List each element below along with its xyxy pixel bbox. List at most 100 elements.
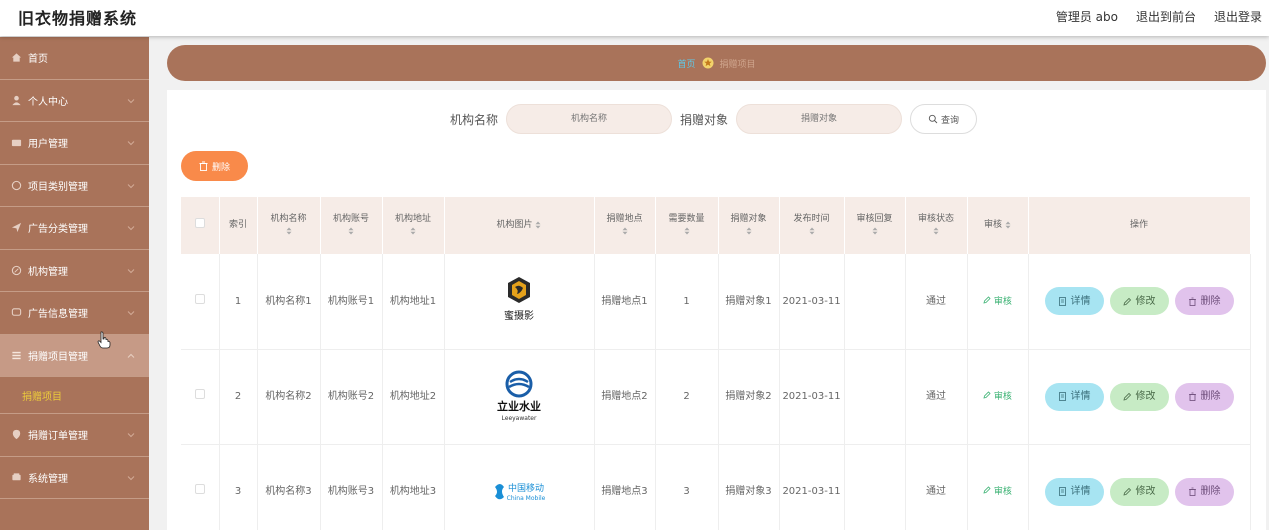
sidebar-item-label: 广告分类管理 (28, 224, 88, 236)
trash-icon (1188, 487, 1196, 496)
pencil-icon (983, 486, 991, 494)
breadcrumb: 首页 捐赠项目 (167, 45, 1266, 81)
sidebar-item-label: 首页 (28, 54, 48, 66)
sidebar-item-home[interactable]: 首页 (0, 37, 149, 80)
target-input[interactable] (736, 104, 903, 134)
sidebar-item-user-management[interactable]: 用户管理 (0, 122, 149, 165)
org-name-label: 机构名称 (450, 112, 499, 127)
cell-target: 捐赠对象3 (718, 444, 780, 530)
sort-icon (286, 227, 291, 235)
org-icon (10, 264, 22, 276)
cell-org-name: 机构名称1 (257, 254, 321, 350)
sidebar-item-system[interactable]: 系统管理 (0, 457, 149, 499)
row-checkbox[interactable] (194, 389, 205, 399)
document-icon (1058, 487, 1066, 496)
col-header: 索引 (219, 197, 258, 254)
col-header[interactable]: 机构名称 (257, 197, 321, 254)
sidebar-item-donation-project[interactable]: 捐赠项目管理 (0, 334, 149, 377)
edit-button[interactable]: 修改 (1109, 382, 1169, 411)
sidebar-item-ad-info[interactable]: 广告信息管理 (0, 292, 149, 335)
search-button[interactable]: 查询 (910, 104, 978, 134)
cell-reply (844, 254, 906, 350)
search-form: 机构名称 捐赠对象 查询 (450, 104, 978, 134)
sidebar-item-label: 捐赠订单管理 (28, 431, 88, 443)
cell-org-name: 机构名称2 (257, 349, 321, 445)
cell-org-image: 蜜摄影 (444, 254, 595, 350)
sidebar-item-org-management[interactable]: 机构管理 (0, 250, 149, 292)
cell-org-name: 机构名称3 (257, 444, 321, 530)
detail-button[interactable]: 详情 (1044, 287, 1104, 316)
chevron-down-icon (127, 311, 135, 316)
delete-button[interactable]: 删除 (1174, 287, 1234, 316)
batch-delete-button[interactable]: 删除 (181, 151, 248, 181)
document-icon (1058, 392, 1066, 401)
col-header[interactable]: 机构图片 (444, 197, 595, 254)
col-header[interactable]: 发布时间 (779, 197, 845, 254)
document-icon (1058, 296, 1066, 306)
audit-link[interactable]: 审核 (983, 486, 1012, 497)
chat-icon (10, 307, 22, 319)
select-all-checkbox[interactable] (194, 218, 205, 229)
col-header[interactable]: 审核回复 (844, 197, 906, 254)
back-to-frontend-link[interactable]: 退出到前台 (1136, 8, 1196, 25)
sidebar-item-donation-order[interactable]: 捐赠订单管理 (0, 414, 149, 457)
main-panel: 机构名称 捐赠对象 查询 删除 索引 机构名称 机构账号 机构地址 机构图片 捐… (167, 90, 1266, 530)
detail-button[interactable]: 详情 (1044, 477, 1104, 506)
audit-link[interactable]: 审核 (983, 296, 1012, 307)
sort-icon (809, 227, 814, 235)
audit-link[interactable]: 审核 (983, 391, 1012, 402)
sidebar-item-ad-category[interactable]: 广告分类管理 (0, 207, 149, 250)
col-header[interactable]: 需要数量 (655, 197, 719, 254)
breadcrumb-home[interactable]: 首页 (677, 57, 695, 70)
col-header[interactable]: 机构地址 (382, 197, 445, 254)
cell-date: 2021-03-11 (779, 444, 845, 530)
org-name-input[interactable] (506, 104, 673, 134)
chevron-down-icon (127, 226, 135, 231)
admin-user-link[interactable]: 管理员 abo (1056, 8, 1118, 25)
org-logo-image: 中国移动 China Mobile (495, 482, 546, 502)
sort-icon (933, 227, 939, 235)
sort-icon (684, 227, 689, 235)
users-icon (10, 137, 22, 149)
trash-icon (1188, 392, 1196, 401)
delete-button[interactable]: 删除 (1174, 382, 1234, 411)
list-icon (10, 349, 22, 361)
edit-button[interactable]: 修改 (1109, 477, 1169, 506)
pencil-icon (983, 391, 991, 399)
col-header[interactable]: 机构账号 (320, 197, 383, 254)
sidebar-item-personal-center[interactable]: 个人中心 (0, 80, 149, 122)
col-header[interactable]: 捐赠地点 (594, 197, 656, 254)
sidebar-subitem-donation-project[interactable]: 捐赠项目 (0, 377, 149, 414)
col-header[interactable]: 审核 (967, 197, 1029, 254)
sort-icon (348, 227, 354, 235)
cell-qty: 1 (655, 254, 719, 350)
cell-date: 2021-03-11 (779, 349, 845, 445)
target-label: 捐赠对象 (680, 112, 729, 127)
sidebar-item-label: 个人中心 (28, 96, 68, 108)
logout-link[interactable]: 退出登录 (1214, 8, 1262, 25)
donation-table: 索引 机构名称 机构账号 机构地址 机构图片 捐赠地点 需要数量 捐赠对象 发布… (181, 197, 1251, 530)
row-checkbox[interactable] (194, 293, 205, 304)
cell-index: 3 (219, 444, 258, 530)
user-icon (10, 94, 22, 106)
sort-icon (622, 227, 627, 235)
pencil-icon (1122, 487, 1131, 496)
cell-org-account: 机构账号3 (320, 444, 383, 530)
cell-target: 捐赠对象1 (718, 254, 780, 350)
chevron-down-icon (127, 475, 135, 480)
chevron-down-icon (127, 183, 135, 188)
mouse-cursor-icon (97, 331, 111, 349)
cell-index: 1 (219, 254, 258, 350)
sort-icon (1005, 221, 1011, 229)
col-header[interactable]: 捐赠对象 (718, 197, 780, 254)
select-all-cell[interactable] (181, 197, 220, 254)
sidebar-item-label: 捐赠项目管理 (28, 351, 88, 363)
col-header[interactable]: 审核状态 (905, 197, 968, 254)
edit-button[interactable]: 修改 (1109, 287, 1169, 316)
row-checkbox[interactable] (194, 484, 205, 494)
delete-button[interactable]: 删除 (1174, 477, 1234, 506)
sidebar-item-label: 用户管理 (28, 139, 68, 151)
sidebar-item-project-category[interactable]: 项目类别管理 (0, 165, 149, 207)
detail-button[interactable]: 详情 (1044, 382, 1104, 411)
cell-org-image: 中国移动 China Mobile (444, 444, 595, 530)
